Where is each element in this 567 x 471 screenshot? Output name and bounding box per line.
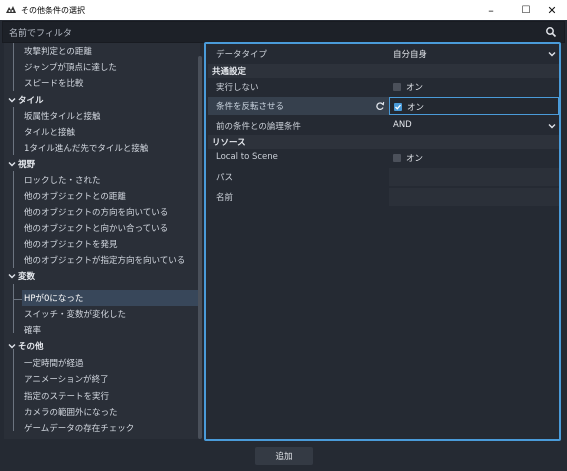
- tree-item[interactable]: スピードを比較: [4, 75, 196, 91]
- filter-input[interactable]: 名前でフィルタ: [2, 21, 565, 43]
- chevron-down-icon[interactable]: [548, 50, 556, 58]
- tree-item[interactable]: スイッチ・変数が変化した: [4, 306, 196, 322]
- invert-row: 条件を反転させる オン: [208, 97, 559, 115]
- tree-item[interactable]: ジャンプが頂点に達した: [4, 59, 196, 75]
- add-button[interactable]: 追加: [255, 447, 313, 465]
- path-row: パス: [208, 168, 559, 186]
- chevron-down-icon[interactable]: [8, 342, 16, 350]
- logic-label: 前の条件との論理条件: [216, 122, 301, 132]
- tree-category-tile[interactable]: タイル: [4, 92, 196, 108]
- tree-item[interactable]: 確率: [4, 322, 196, 338]
- tree-item[interactable]: 坂属性タイルと接触: [4, 108, 196, 124]
- tree-category-vision[interactable]: 視野: [4, 156, 196, 172]
- disabled-checkbox[interactable]: オン: [389, 78, 559, 96]
- godot-app-icon: [4, 3, 18, 17]
- tree-item[interactable]: 1タイル進んだ先でタイルと接触: [4, 140, 196, 156]
- search-icon[interactable]: [545, 26, 557, 38]
- name-input[interactable]: [389, 188, 559, 206]
- tree-item[interactable]: 一定時間が経過: [4, 355, 196, 371]
- local-to-scene-row: Local to Scene オン: [208, 149, 559, 167]
- tree-item[interactable]: アニメーションが終了: [4, 371, 196, 387]
- section-common[interactable]: 共通設定: [208, 64, 559, 78]
- checkbox-icon[interactable]: [393, 83, 401, 91]
- tree-item[interactable]: タイルと接触: [4, 124, 196, 140]
- section-resource[interactable]: リソース: [208, 135, 559, 149]
- tree-item[interactable]: 他のオブジェクトを発見: [4, 236, 196, 252]
- chevron-down-icon[interactable]: [8, 272, 16, 280]
- tree-item[interactable]: 他のオブジェクトの方向を向いている: [4, 204, 196, 220]
- title-bar: その他条件の選択 – ☐ ✕: [0, 0, 567, 20]
- path-input[interactable]: [389, 168, 559, 186]
- tree-category-other[interactable]: その他: [4, 338, 196, 354]
- disabled-row: 実行しない オン: [208, 78, 559, 96]
- checkbox-icon[interactable]: [393, 154, 401, 162]
- tree-item[interactable]: 指定のステートを実行: [4, 388, 196, 404]
- checkbox-checked-icon[interactable]: [394, 103, 402, 111]
- tree-item[interactable]: 攻撃判定との距離: [4, 43, 196, 59]
- tree-category-variable[interactable]: 変数: [4, 268, 196, 284]
- tree-item[interactable]: 他のオブジェクトと向かい合っている: [4, 220, 196, 236]
- name-label: 名前: [216, 193, 234, 203]
- tree-item[interactable]: 他のオブジェクトとの距離: [4, 188, 196, 204]
- filter-placeholder: 名前でフィルタ: [9, 28, 72, 39]
- tree-item-selected[interactable]: HPが0になった: [22, 290, 200, 306]
- path-label: パス: [216, 173, 234, 183]
- data-type-row: データタイプ 自分自身: [208, 45, 559, 63]
- chevron-down-icon[interactable]: [8, 96, 16, 104]
- tree-scrollbar[interactable]: [198, 56, 202, 439]
- inspector-panel: データタイプ 自分自身 共通設定 実行しない オン 条件を反転させる オン 前の…: [204, 42, 561, 441]
- data-type-label: データタイプ: [216, 50, 268, 60]
- name-row: 名前: [208, 188, 559, 206]
- condition-tree: 攻撃判定との距離 ジャンプが頂点に達した スピードを比較 タイル 坂属性タイルと…: [4, 43, 200, 439]
- tree-guide-branch: [13, 299, 22, 300]
- logic-dropdown[interactable]: AND: [389, 117, 559, 135]
- revert-icon[interactable]: [375, 101, 385, 111]
- invert-checkbox[interactable]: オン: [389, 97, 559, 115]
- tree-item[interactable]: 他のオブジェクトが指定方向を向いている: [4, 252, 196, 268]
- local-to-scene-label: Local to Scene: [216, 152, 278, 162]
- chevron-down-icon[interactable]: [548, 122, 556, 130]
- logic-row: 前の条件との論理条件 AND: [208, 117, 559, 135]
- chevron-down-icon[interactable]: [8, 160, 16, 168]
- data-type-dropdown[interactable]: 自分自身: [389, 45, 559, 63]
- invert-label: 条件を反転させる: [216, 102, 285, 112]
- tree-item[interactable]: ゲームデータの存在チェック: [4, 420, 196, 436]
- window-title: その他条件の選択: [21, 5, 85, 15]
- local-to-scene-checkbox[interactable]: オン: [389, 149, 559, 167]
- tree-item[interactable]: ロックした・された: [4, 172, 196, 188]
- tree-item[interactable]: カメラの範囲外になった: [4, 404, 196, 420]
- close-button[interactable]: ✕: [535, 0, 567, 20]
- minimize-button[interactable]: –: [474, 0, 508, 20]
- disabled-label: 実行しない: [216, 83, 259, 93]
